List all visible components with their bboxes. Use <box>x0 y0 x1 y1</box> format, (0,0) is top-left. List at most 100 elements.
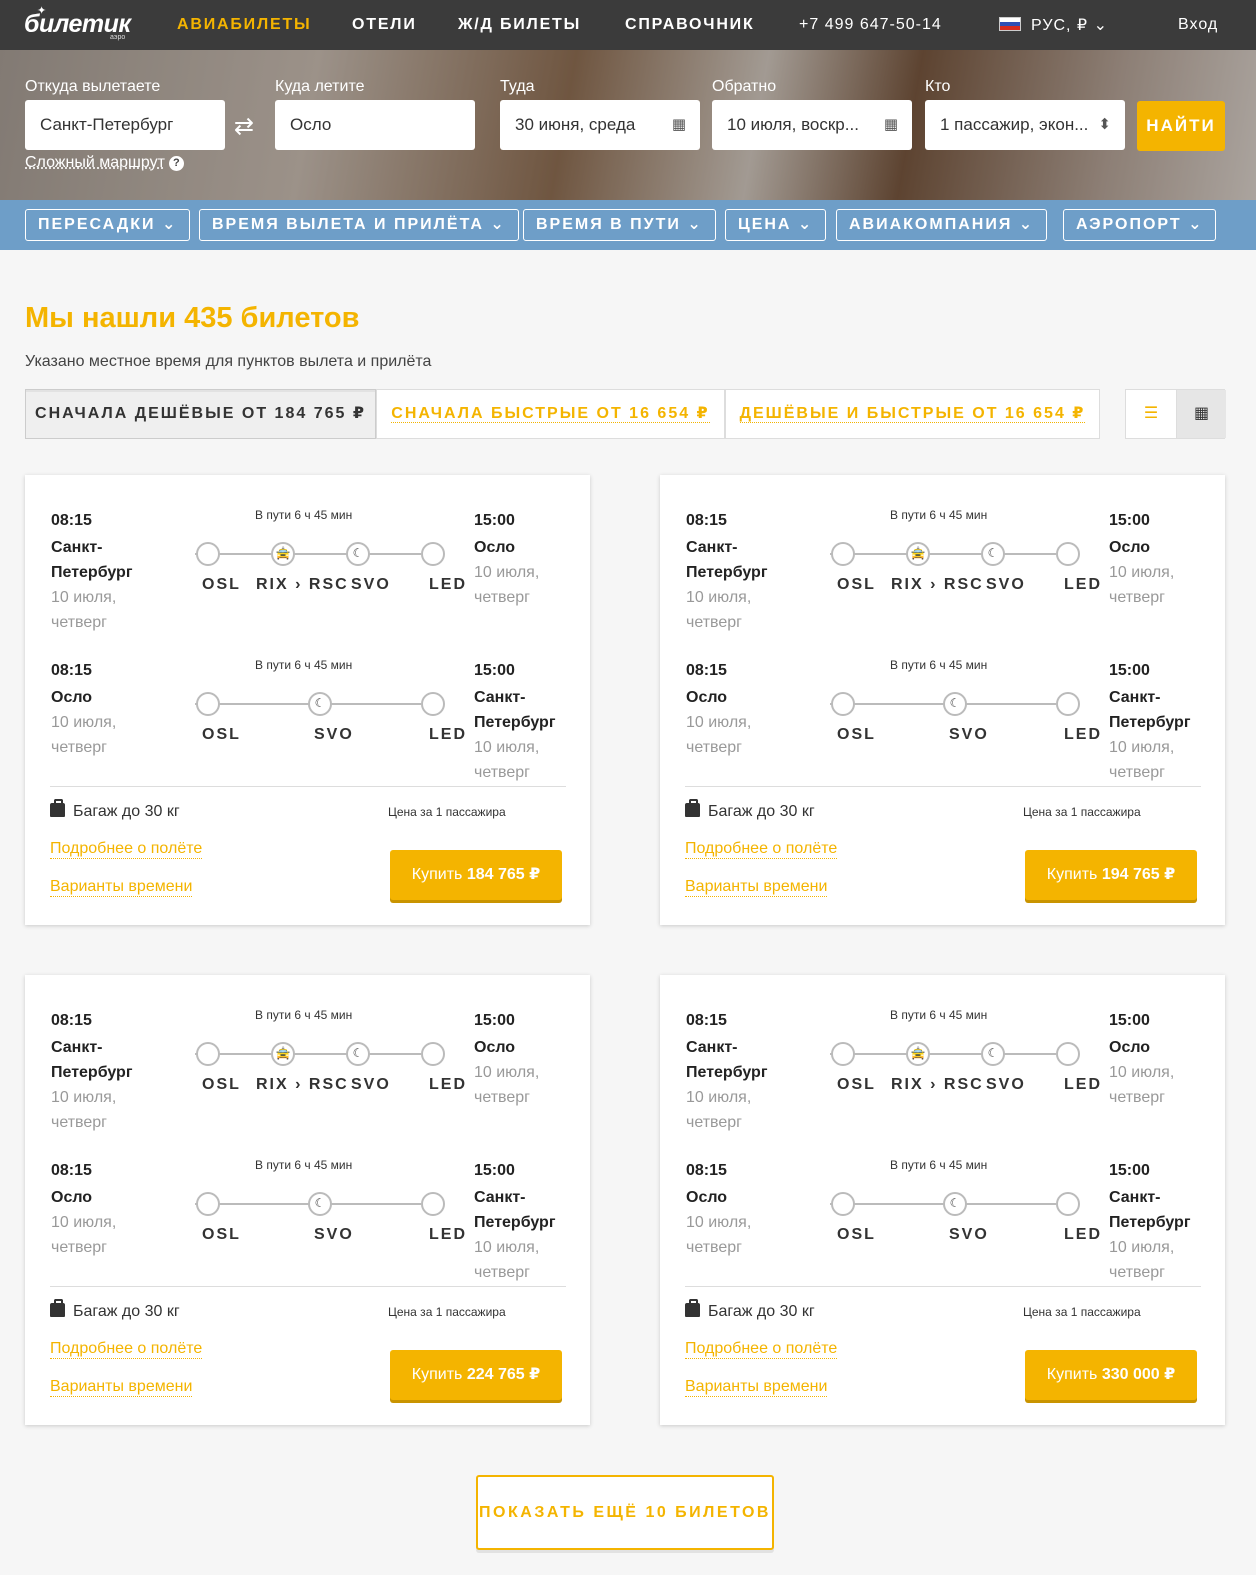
route-stop-icon <box>831 692 855 716</box>
baggage-info: Багаж до 30 кг <box>50 1299 180 1321</box>
arrival-time: 15:00 <box>474 1162 515 1179</box>
flight-details-link[interactable]: Подробнее о полёте <box>685 840 838 859</box>
search-panel: Откуда вылетаете Санкт-Петербург ⇄ Куда … <box>0 50 1256 200</box>
nav-reference[interactable]: СПРАВОЧНИК <box>625 16 755 34</box>
time-options-link[interactable]: Варианты времени <box>50 1378 193 1397</box>
grid-view-icon[interactable]: ▦ <box>1176 390 1226 438</box>
flight-details-link[interactable]: Подробнее о полёте <box>50 840 203 859</box>
view-toggle: ☰ ▦ <box>1125 389 1226 439</box>
filter-airline[interactable]: АВИАКОМПАНИЯ ⌄ <box>836 209 1048 241</box>
ticket-price: 184 765 ₽ <box>466 866 541 883</box>
airport-code: SVO <box>986 1076 1026 1093</box>
route-stop-icon <box>196 1192 220 1216</box>
city-name: Осло <box>474 1039 516 1056</box>
return-date-input[interactable]: 10 июля, воскр... ▦ <box>712 100 912 150</box>
flight-details-link[interactable]: Подробнее о полёте <box>685 1340 838 1359</box>
buy-button[interactable]: Купить 330 000 ₽ <box>1025 1350 1197 1400</box>
arrival-date: 10 июля, четверг <box>1109 739 1175 781</box>
city-name: Осло <box>686 1189 728 1206</box>
filter-times[interactable]: ВРЕМЯ ВЫЛЕТА И ПРИЛЁТА ⌄ <box>199 209 519 241</box>
arrival-date: 10 июля, четверг <box>474 1239 540 1281</box>
route-stop-icon <box>1056 1042 1080 1066</box>
airport-code: SVO <box>314 726 354 743</box>
arrival-city: Санкт-Петербург 10 июля, четверг <box>1109 685 1209 785</box>
depart-date-input[interactable]: 30 июня, среда ▦ <box>500 100 700 150</box>
ticket-price: 224 765 ₽ <box>466 1366 541 1383</box>
airport-code: OSL <box>837 1226 876 1243</box>
filter-duration[interactable]: ВРЕМЯ В ПУТИ ⌄ <box>523 209 716 241</box>
return-segment: 08:15 В пути 6 ч 45 мин 15:00 Осло 10 июл… <box>25 1135 590 1285</box>
moon-icon: ☾ <box>943 692 967 716</box>
nav-flights[interactable]: АВИАБИЛЕТЫ <box>177 16 312 34</box>
arrival-date: 10 июля, четверг <box>1109 564 1175 606</box>
baggage-icon <box>50 799 65 817</box>
calendar-icon: ▦ <box>671 116 686 133</box>
return-segment: 08:15 В пути 6 ч 45 мин 15:00 Осло 10 июл… <box>25 635 590 785</box>
chevron-down-icon: ⌄ <box>1018 216 1035 233</box>
departure-time: 08:15 <box>686 512 727 529</box>
to-label: Куда летите <box>275 78 365 95</box>
buy-button[interactable]: Купить 194 765 ₽ <box>1025 850 1197 900</box>
baggage-label: Багаж до 30 кг <box>708 803 815 820</box>
to-input[interactable]: Осло <box>275 100 475 150</box>
sort-fastest-tab[interactable]: СНАЧАЛА БЫСТРЫЕ ОТ 16 654 ₽ <box>376 389 725 439</box>
list-view-icon[interactable]: ☰ <box>1126 390 1176 438</box>
login-link[interactable]: Вход <box>1178 16 1218 34</box>
swap-icon[interactable]: ⇄ <box>234 112 254 141</box>
buy-button[interactable]: Купить 224 765 ₽ <box>390 1350 562 1400</box>
sort-cheapest-tab[interactable]: СНАЧАЛА ДЕШЁВЫЕ ОТ 184 765 ₽ <box>25 389 376 439</box>
language-currency-select[interactable]: РУС, ₽ ⌄ <box>999 15 1108 35</box>
sort-optimal-tab[interactable]: ДЕШЁВЫЕ И БЫСТРЫЕ ОТ 16 654 ₽ <box>725 389 1100 439</box>
return-label: Обратно <box>712 78 777 95</box>
complex-route-link[interactable]: Сложный маршрут? <box>25 154 184 172</box>
route-stop-icon <box>196 692 220 716</box>
city-name: Санкт-Петербург <box>474 689 556 731</box>
departure-time: 08:15 <box>51 1162 92 1179</box>
filter-price[interactable]: ЦЕНА ⌄ <box>725 209 827 241</box>
show-more-button[interactable]: ПОКАЗАТЬ ЕЩЁ 10 БИЛЕТОВ <box>476 1475 774 1550</box>
results-title: Мы нашли 435 билетов <box>25 302 360 334</box>
help-icon[interactable]: ? <box>168 156 184 171</box>
logo[interactable]: ✦ билетик аэро <box>24 5 144 45</box>
nav-hotels[interactable]: ОТЕЛИ <box>352 16 417 34</box>
flight-duration: В пути 6 ч 45 мин <box>890 508 988 522</box>
buy-button[interactable]: Купить 184 765 ₽ <box>390 850 562 900</box>
filter-label: ПЕРЕСАДКИ <box>38 216 156 233</box>
arrival-time: 15:00 <box>474 1012 515 1029</box>
passengers-select[interactable]: 1 пассажир, экон... ⬍ <box>925 100 1125 150</box>
phone-number[interactable]: +7 499 647-50-14 <box>799 16 942 34</box>
airport-code: SVO <box>986 576 1026 593</box>
departure-date: 10 июля, четверг <box>51 589 117 631</box>
depart-date-value: 30 июня, среда <box>515 115 636 134</box>
airport-code: SVO <box>949 1226 989 1243</box>
route-stop-icon <box>1056 1192 1080 1216</box>
route-stop-icon <box>421 542 445 566</box>
find-button[interactable]: НАЙТИ <box>1137 101 1225 151</box>
time-options-link[interactable]: Варианты времени <box>685 878 828 897</box>
departure-time: 08:15 <box>51 1012 92 1029</box>
airport-code: SVO <box>314 1226 354 1243</box>
moon-icon: ☾ <box>346 1042 370 1066</box>
filter-transfers[interactable]: ПЕРЕСАДКИ ⌄ <box>25 209 191 241</box>
baggage-label: Багаж до 30 кг <box>73 803 180 820</box>
ticket-price: 330 000 ₽ <box>1101 1366 1176 1383</box>
ticket-card: 08:15 В пути 6 ч 45 мин 15:00 Санкт-Пете… <box>660 475 1225 925</box>
taxi-icon: 🚖 <box>906 1042 930 1066</box>
outbound-segment: 08:15 В пути 6 ч 45 мин 15:00 Санкт-Пете… <box>25 485 590 635</box>
nav-trains[interactable]: Ж/Д БИЛЕТЫ <box>458 16 581 34</box>
from-label: Откуда вылетаете <box>25 78 161 95</box>
departure-time: 08:15 <box>51 512 92 529</box>
flight-duration: В пути 6 ч 45 мин <box>890 1158 988 1172</box>
arrival-city: Осло 10 июля, четверг <box>1109 1035 1209 1110</box>
time-options-link[interactable]: Варианты времени <box>685 1378 828 1397</box>
baggage-label: Багаж до 30 кг <box>73 1303 180 1320</box>
from-input[interactable]: Санкт-Петербург <box>25 100 225 150</box>
city-name: Осло <box>51 1189 93 1206</box>
arrival-city: Осло 10 июля, четверг <box>474 1035 574 1110</box>
time-options-link[interactable]: Варианты времени <box>50 878 193 897</box>
arrival-date: 10 июля, четверг <box>474 564 540 606</box>
baggage-info: Багаж до 30 кг <box>685 1299 815 1321</box>
flight-details-link[interactable]: Подробнее о полёте <box>50 1340 203 1359</box>
baggage-info: Багаж до 30 кг <box>685 799 815 821</box>
filter-airport[interactable]: АЭРОПОРТ ⌄ <box>1063 209 1217 241</box>
